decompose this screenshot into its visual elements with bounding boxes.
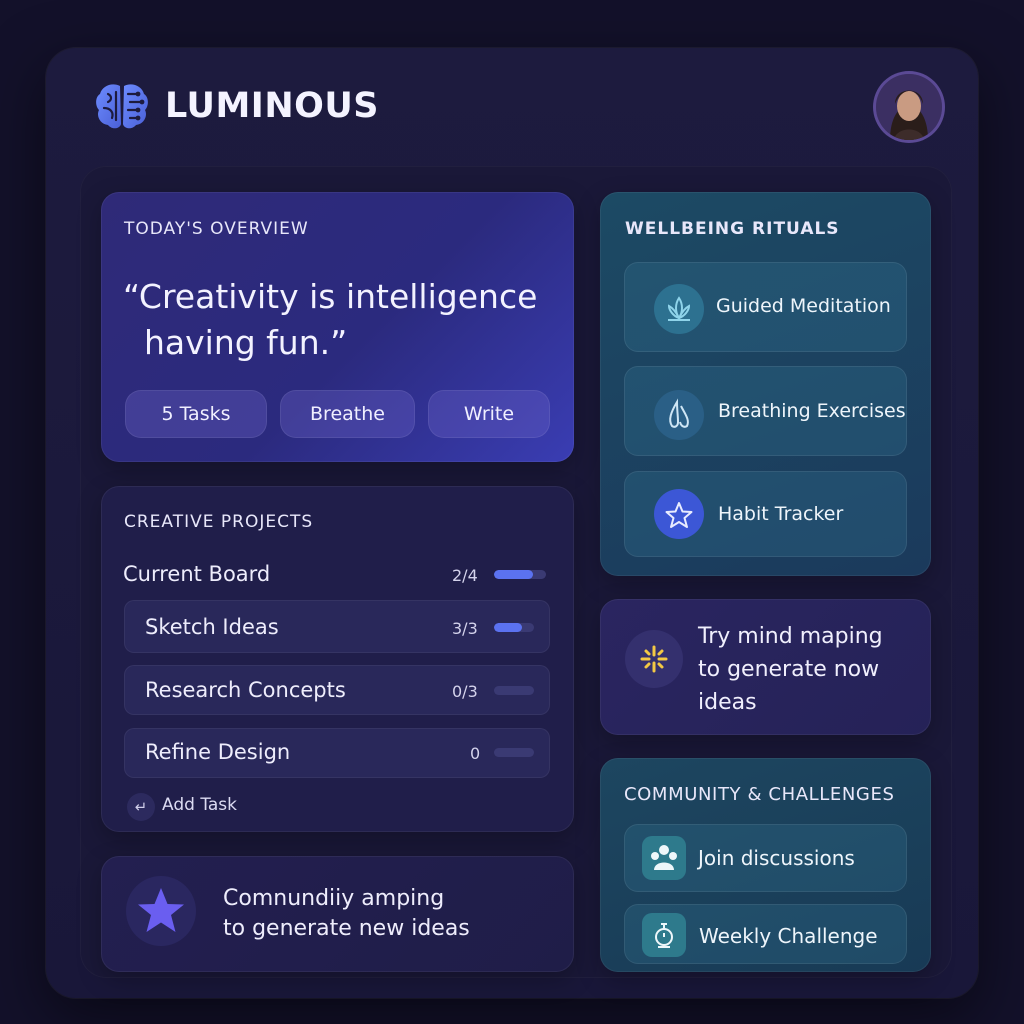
lotus-icon	[654, 284, 704, 334]
wellbeing-title: WELLBEING RITUALS	[625, 219, 840, 239]
brand-name: LUMINOUS	[165, 86, 379, 126]
task-progress	[494, 686, 534, 695]
breath-icon	[654, 390, 704, 440]
task-count: 0/3	[452, 682, 478, 701]
community-promo-line-2: to generate new ideas	[223, 916, 470, 941]
add-task-button[interactable]: Add Task	[162, 795, 237, 815]
task-label: Research Concepts	[145, 678, 346, 702]
task-label: Sketch Ideas	[145, 615, 279, 639]
task-count: 3/3	[452, 619, 478, 638]
quote-line-2: having fun.”	[144, 323, 348, 362]
star-icon	[138, 888, 184, 932]
mind-map-line-1: Try mind maping	[698, 624, 883, 649]
task-progress	[494, 748, 534, 757]
challenges-title: COMMUNITY & CHALLENGES	[624, 784, 895, 805]
overview-title: TODAY'S OVERVIEW	[124, 219, 309, 239]
mind-map-line-2: to generate now	[698, 657, 880, 682]
breathing-exercises-label: Breathing Exercises	[718, 400, 906, 422]
breathe-pill[interactable]: Breathe	[280, 390, 415, 438]
guided-meditation-label: Guided Meditation	[716, 295, 891, 317]
quote-line-1: “Creativity is intelligence	[123, 277, 538, 316]
sparkle-icon	[625, 630, 683, 688]
stopwatch-glyph	[655, 923, 673, 948]
user-avatar[interactable]	[876, 74, 942, 140]
current-board-progress	[494, 570, 546, 579]
breath-glyph	[669, 398, 689, 428]
community-promo-line-1: Comnundiiy amping	[223, 886, 445, 911]
projects-title: CREATIVE PROJECTS	[124, 512, 314, 532]
task-progress-fill	[494, 623, 522, 632]
stopwatch-icon	[642, 913, 686, 957]
weekly-challenge-label: Weekly Challenge	[699, 924, 878, 948]
star-icon-badge	[126, 876, 196, 946]
habit-star-glyph	[665, 502, 693, 528]
current-board-label[interactable]: Current Board	[123, 562, 270, 586]
star-icon	[654, 489, 704, 539]
avatar-portrait	[876, 74, 942, 140]
task-count: 0	[470, 744, 481, 763]
brain-icon	[96, 84, 148, 129]
task-progress	[494, 623, 534, 632]
overview-quote: “Creativity is intelligence having fun.”	[123, 274, 563, 366]
mind-map-text: Try mind maping to generate now ideas	[698, 620, 918, 719]
group-icon	[642, 836, 686, 880]
sparkle-glyph	[640, 645, 668, 673]
mind-map-line-3: ideas	[698, 690, 757, 715]
task-label: Refine Design	[145, 740, 291, 764]
group-glyph	[651, 845, 677, 870]
write-pill[interactable]: Write	[428, 390, 550, 438]
join-discussions-label: Join discussions	[698, 846, 855, 870]
tasks-pill[interactable]: 5 Tasks	[125, 390, 267, 438]
habit-tracker-label: Habit Tracker	[718, 503, 844, 525]
current-board-progress-fill	[494, 570, 533, 579]
plus-icon[interactable]: ↵	[127, 793, 155, 821]
creative-projects-card	[101, 486, 574, 832]
lotus-glyph	[667, 296, 691, 321]
community-promo-text: Comnundiiy amping to generate new ideas	[223, 884, 470, 944]
current-board-count: 2/4	[452, 566, 478, 585]
